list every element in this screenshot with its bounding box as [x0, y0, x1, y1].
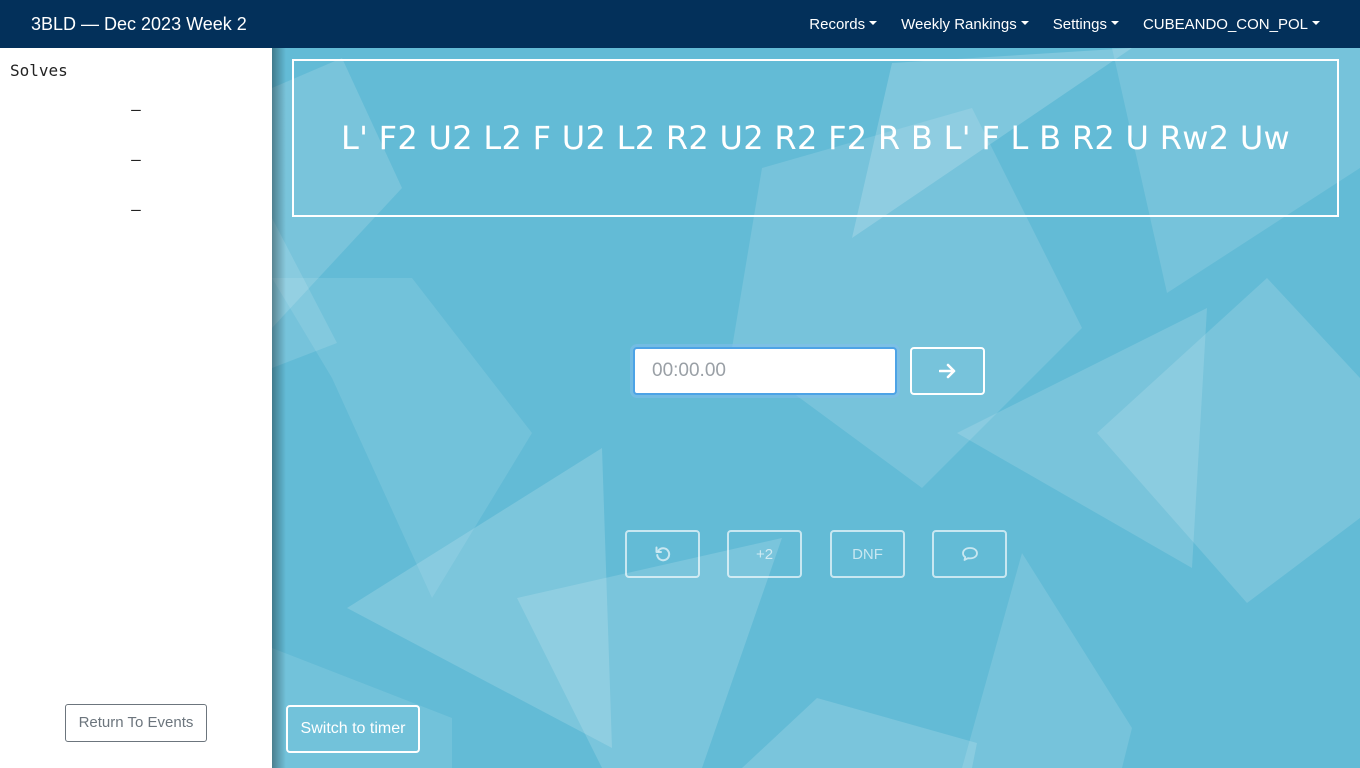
switch-to-timer-button[interactable]: Switch to timer: [286, 705, 420, 753]
event-title: 3BLD — Dec 2023 Week 2: [31, 14, 247, 34]
nav-records-dropdown[interactable]: Records: [809, 15, 878, 33]
plus-two-button[interactable]: +2: [727, 530, 802, 578]
undo-button[interactable]: [625, 530, 700, 578]
nav-menu: Records Weekly Rankings Settings CUBEAND…: [785, 0, 1320, 48]
nav-records-label: Records: [809, 15, 866, 33]
caret-down-icon: [869, 21, 878, 25]
return-to-events-button[interactable]: Return To Events: [65, 704, 207, 742]
nav-settings-dropdown[interactable]: Settings: [1053, 16, 1119, 33]
caret-down-icon: [1020, 21, 1029, 25]
solve-slot: —: [131, 100, 141, 119]
solve-slot: —: [131, 200, 141, 219]
caret-down-icon: [1110, 21, 1119, 25]
scramble-panel: L' F2 U2 L2 F U2 L2 R2 U2 R2 F2 R B L' F…: [292, 59, 1339, 217]
main-panel: L' F2 U2 L2 F U2 L2 R2 U2 R2 F2 R B L' F…: [272, 48, 1360, 768]
comment-icon: [961, 547, 978, 561]
submit-time-button[interactable]: [910, 347, 985, 395]
solves-sidebar: Solves — — — Return To Events: [0, 48, 272, 768]
scramble-text: L' F2 U2 L2 F U2 L2 R2 U2 R2 F2 R B L' F…: [340, 119, 1291, 157]
top-navbar: 3BLD — Dec 2023 Week 2 Records Weekly Ra…: [0, 0, 1360, 48]
arrow-right-icon: [938, 363, 955, 379]
nav-settings-label: Settings: [1052, 15, 1107, 33]
caret-down-icon: [1312, 21, 1320, 25]
comment-button[interactable]: [932, 530, 1007, 578]
nav-weekly-rankings-dropdown[interactable]: Weekly Rankings: [901, 16, 1029, 33]
nav-weekly-rankings-label: Weekly Rankings: [901, 15, 1017, 33]
nav-user-label: CUBEANDO_CON_POL: [1142, 15, 1308, 33]
time-input[interactable]: [633, 347, 897, 395]
solves-heading: Solves: [10, 61, 68, 80]
solve-slot: —: [131, 150, 141, 169]
undo-icon: [655, 546, 670, 562]
dnf-button[interactable]: DNF: [830, 530, 905, 578]
nav-user-dropdown[interactable]: CUBEANDO_CON_POL: [1143, 16, 1320, 33]
